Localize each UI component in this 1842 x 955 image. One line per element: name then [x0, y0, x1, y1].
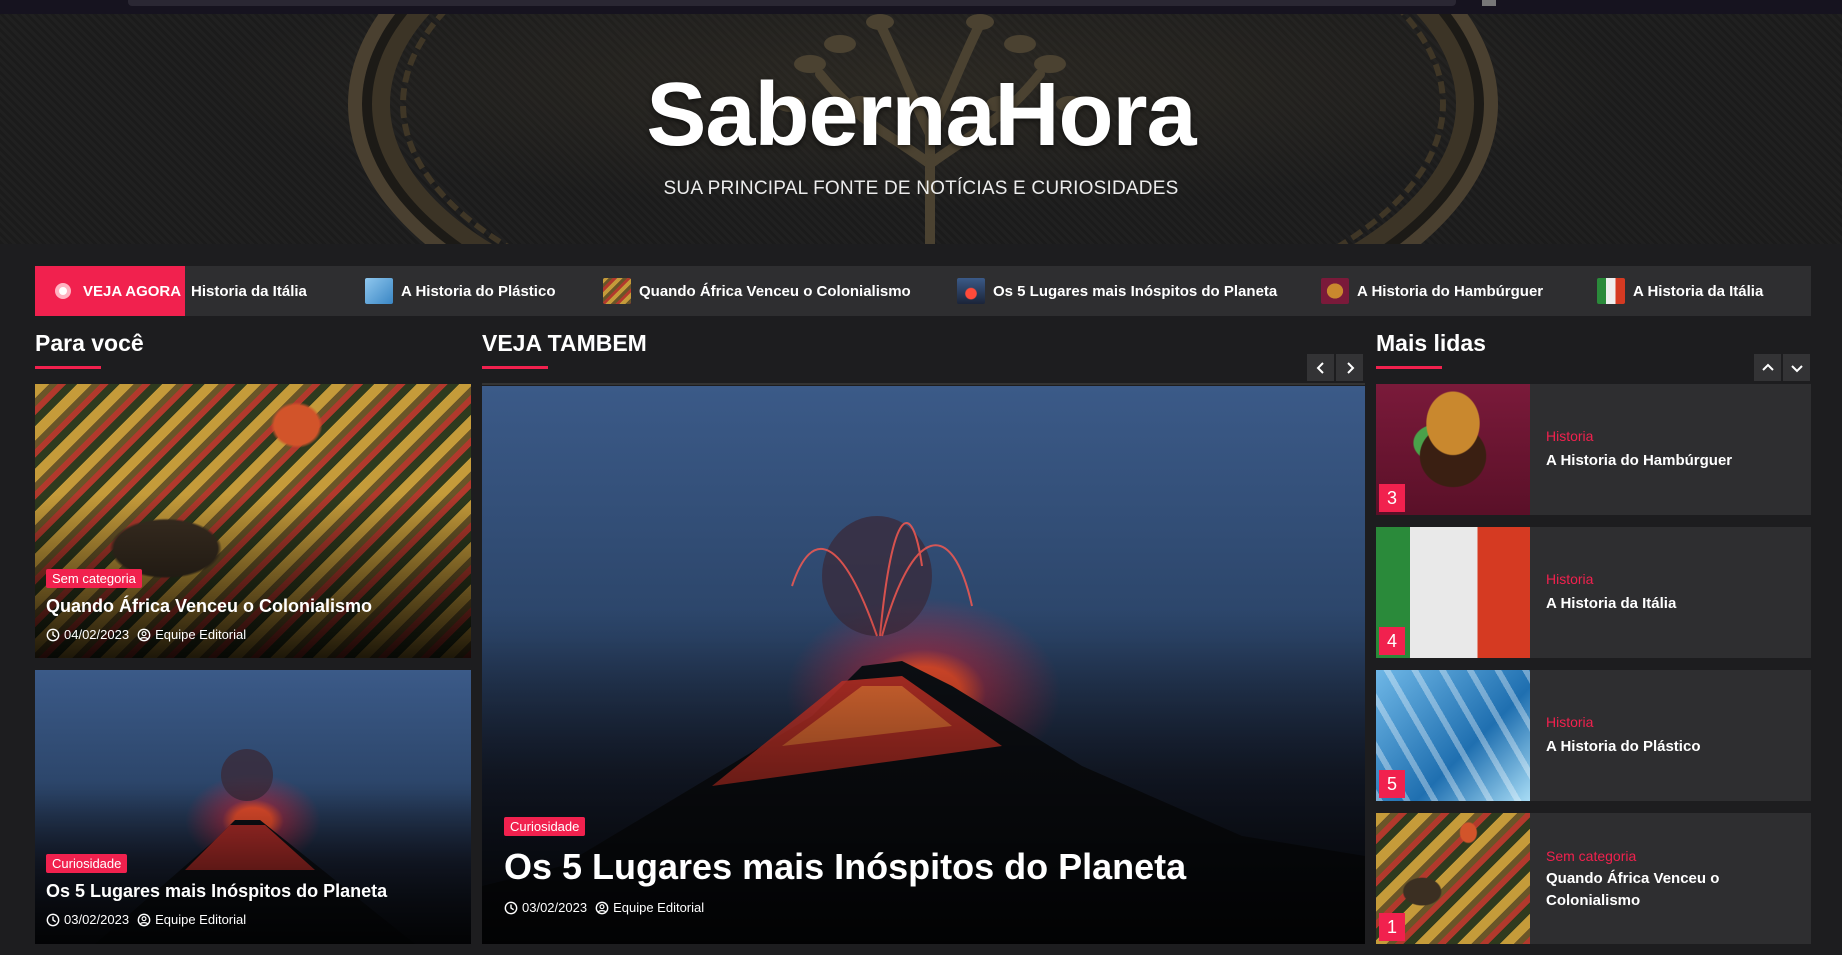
ticker-thumbnail[interactable]: [1597, 278, 1625, 304]
section-underline: [1376, 366, 1442, 369]
ticker-item-title[interactable]: Historia da Itália: [191, 283, 307, 300]
ticker-item[interactable]: A Historia do Plástico: [365, 266, 555, 316]
chevron-down-icon: [1790, 364, 1803, 372]
featured-post-title[interactable]: Os 5 Lugares mais Inóspitos do Planeta: [504, 846, 1186, 888]
ticker-thumbnail[interactable]: [1321, 278, 1349, 304]
ticker-item-title[interactable]: A Historia do Plástico: [401, 283, 555, 300]
most-read-item[interactable]: 1 Sem categoria Quando África Venceu o C…: [1376, 813, 1811, 944]
user-icon: [595, 901, 609, 914]
site-header: SabernaHora SUA PRINCIPAL FONTE DE NOTÍC…: [0, 14, 1842, 244]
ticker-thumbnail[interactable]: [365, 278, 393, 304]
post-title[interactable]: Os 5 Lugares mais Inóspitos do Planeta: [46, 881, 387, 902]
post-card[interactable]: Curiosidade Os 5 Lugares mais Inóspitos …: [35, 670, 471, 944]
post-date: 03/02/2023: [522, 900, 588, 915]
most-read-category[interactable]: Historia: [1546, 714, 1593, 730]
browser-top-strip: [0, 0, 1842, 14]
section-underline: [35, 366, 101, 369]
clock-icon: [504, 901, 518, 914]
ticker-item-title[interactable]: Quando África Venceu o Colonialismo: [639, 283, 911, 300]
news-ticker: VEJA AGORA Historia da Itália A Historia…: [35, 266, 1811, 316]
ticker-item-title[interactable]: A Historia do Hambúrguer: [1357, 283, 1543, 300]
post-meta: 03/02/2023 Equipe Editorial: [46, 912, 246, 927]
address-bar[interactable]: [128, 0, 1456, 6]
post-date: 04/02/2023: [64, 627, 130, 642]
chevron-up-icon: [1761, 363, 1774, 371]
image-shade: [482, 609, 1365, 944]
user-icon: [137, 628, 151, 641]
ticker-label: VEJA AGORA: [35, 266, 185, 316]
most-read-title[interactable]: A Historia do Plástico: [1546, 736, 1776, 758]
clock-icon: [46, 913, 60, 926]
most-read-item[interactable]: 4 Historia A Historia da Itália: [1376, 527, 1811, 658]
post-author[interactable]: Equipe Editorial: [613, 900, 704, 915]
category-badge[interactable]: Sem categoria: [46, 569, 142, 588]
most-read-title[interactable]: Quando África Venceu o Colonialismo: [1546, 868, 1776, 912]
carousel-next-button[interactable]: [1336, 354, 1363, 381]
featured-post-card[interactable]: Curiosidade Os 5 Lugares mais Inóspitos …: [482, 386, 1365, 944]
section-underline: [482, 366, 548, 369]
most-read-category[interactable]: Historia: [1546, 428, 1593, 444]
user-icon: [137, 913, 151, 926]
live-dot-icon: [55, 283, 71, 299]
most-read-item[interactable]: 5 Historia A Historia do Plástico: [1376, 670, 1811, 801]
section-heading-veja-tambem: VEJA TAMBEM: [482, 330, 647, 356]
ticker-item-title[interactable]: Os 5 Lugares mais Inóspitos do Planeta: [993, 283, 1277, 300]
ticker-item[interactable]: Os 5 Lugares mais Inóspitos do Planeta: [957, 266, 1277, 316]
category-badge[interactable]: Curiosidade: [46, 854, 128, 873]
rank-badge: 4: [1379, 627, 1405, 655]
most-read-category[interactable]: Sem categoria: [1546, 848, 1636, 864]
rank-badge: 5: [1379, 770, 1405, 798]
most-read-title[interactable]: A Historia do Hambúrguer: [1546, 450, 1776, 472]
rank-badge: 3: [1379, 484, 1405, 512]
post-author[interactable]: Equipe Editorial: [155, 912, 246, 927]
section-heading-mais-lidas: Mais lidas: [1376, 330, 1486, 356]
most-read-category[interactable]: Historia: [1546, 571, 1593, 587]
post-date: 03/02/2023: [64, 912, 130, 927]
post-author[interactable]: Equipe Editorial: [155, 627, 246, 642]
list-down-button[interactable]: [1783, 354, 1810, 381]
site-tagline: SUA PRINCIPAL FONTE DE NOTÍCIAS E CURIOS…: [663, 178, 1179, 199]
most-read-item[interactable]: 3 Historia A Historia do Hambúrguer: [1376, 384, 1811, 515]
post-meta: 04/02/2023 Equipe Editorial: [46, 627, 246, 642]
rank-badge: 1: [1379, 913, 1405, 941]
post-meta: 03/02/2023 Equipe Editorial: [504, 900, 704, 915]
post-title[interactable]: Quando África Venceu o Colonialismo: [46, 596, 372, 617]
chevron-right-icon: [1346, 361, 1354, 374]
ticker-item[interactable]: A Historia do Hambúrguer: [1321, 266, 1543, 316]
category-badge[interactable]: Curiosidade: [504, 817, 586, 836]
extension-icon[interactable]: [1482, 0, 1496, 6]
ticker-thumbnail[interactable]: [603, 278, 631, 304]
site-title[interactable]: SabernaHora: [0, 64, 1842, 167]
ticker-item-title[interactable]: A Historia da Itália: [1633, 283, 1763, 300]
list-up-button[interactable]: [1754, 354, 1781, 381]
ticker-thumbnail[interactable]: [957, 278, 985, 304]
ticker-label-text: VEJA AGORA: [83, 282, 182, 300]
ticker-item[interactable]: A Historia da Itália: [1597, 266, 1763, 316]
section-divider: [482, 383, 1365, 385]
post-card[interactable]: Sem categoria Quando África Venceu o Col…: [35, 384, 471, 658]
most-read-title[interactable]: A Historia da Itália: [1546, 593, 1776, 615]
carousel-prev-button[interactable]: [1307, 354, 1334, 381]
clock-icon: [46, 628, 60, 641]
ticker-item[interactable]: Quando África Venceu o Colonialismo: [603, 266, 911, 316]
section-heading-para-voce: Para você: [35, 330, 144, 356]
ticker-item[interactable]: Historia da Itália: [191, 266, 307, 316]
chevron-left-icon: [1316, 361, 1324, 374]
